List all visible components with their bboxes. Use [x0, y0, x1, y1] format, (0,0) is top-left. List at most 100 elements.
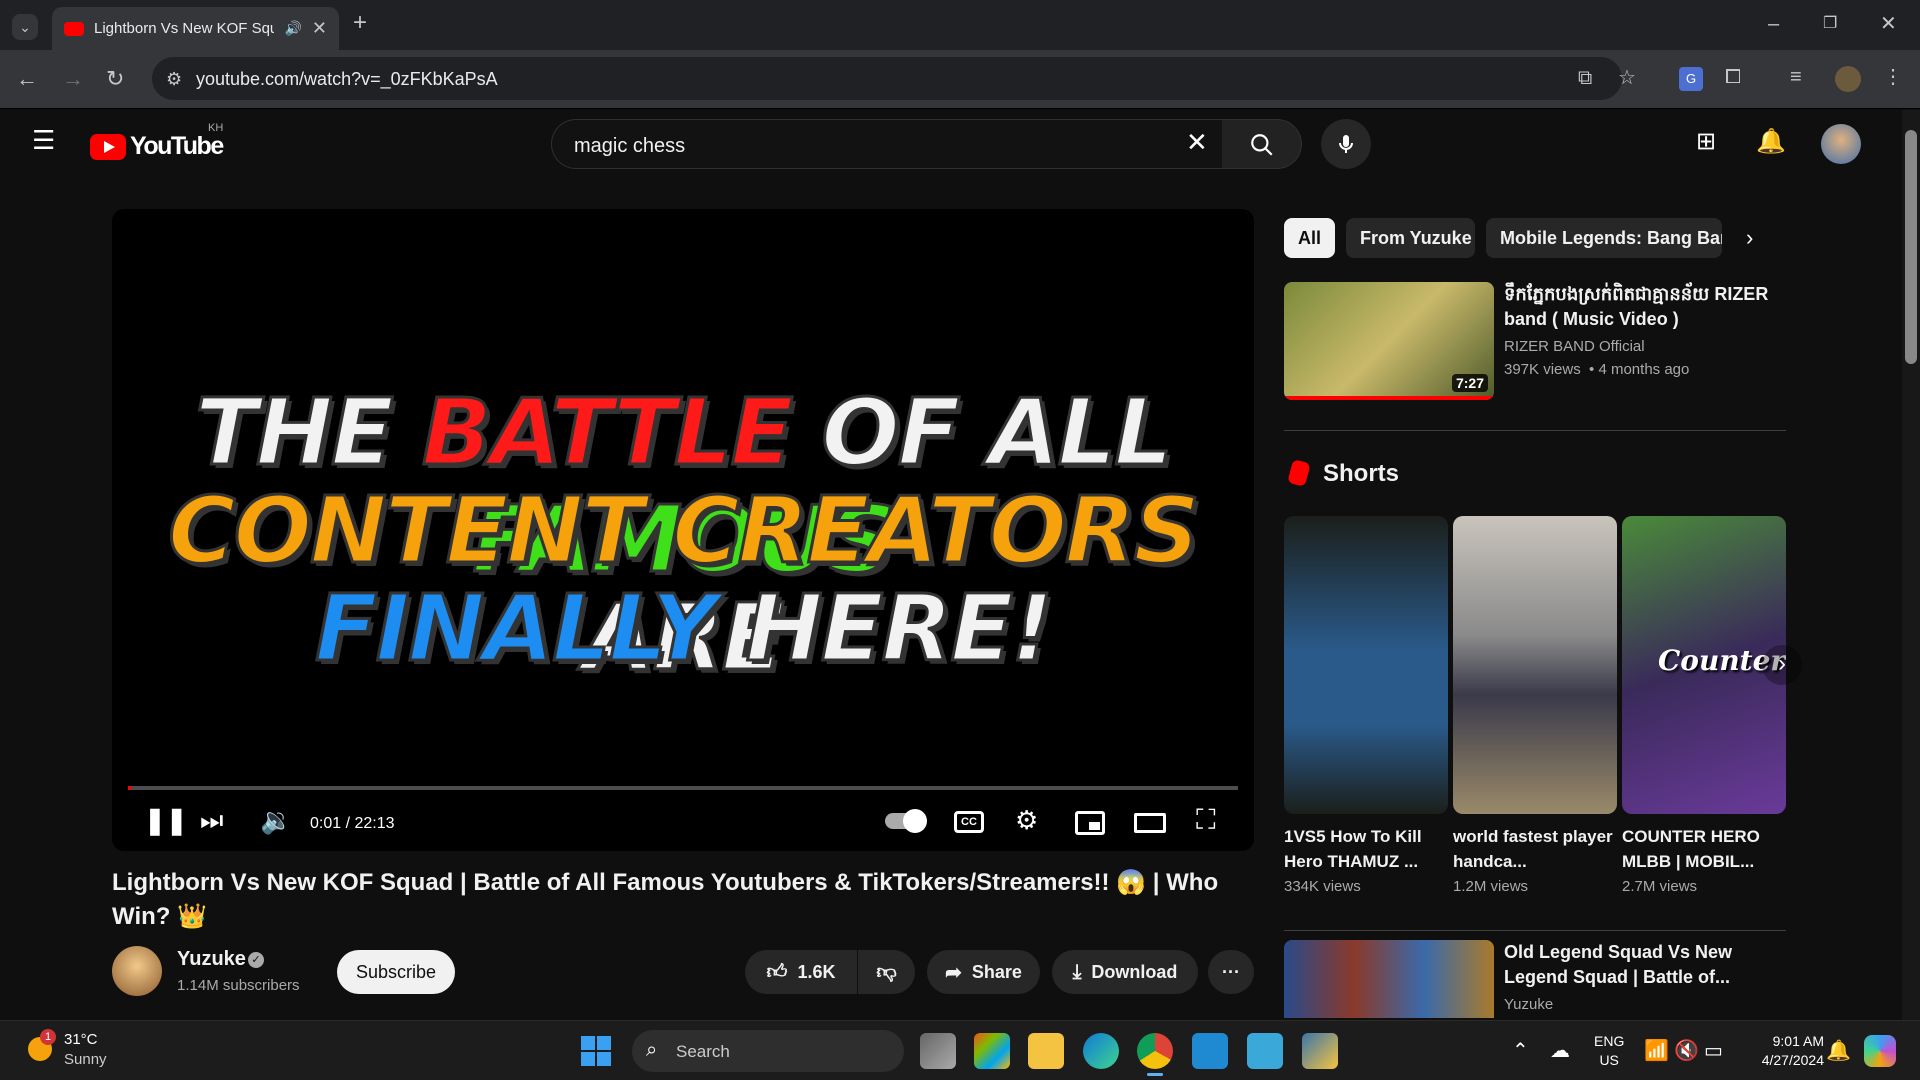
short-views-1: 334K views	[1284, 878, 1361, 895]
microsoft-store-icon[interactable]	[974, 1033, 1010, 1069]
rec-channel-2: Yuzuke	[1504, 996, 1554, 1013]
progress-fill	[128, 786, 132, 790]
back-icon[interactable]: ←	[16, 68, 38, 90]
forward-icon[interactable]: →	[62, 68, 84, 90]
wifi-icon[interactable]: 📶	[1644, 1041, 1669, 1061]
reload-icon[interactable]: ↻	[106, 68, 124, 90]
search-input[interactable]: magic chess	[574, 135, 685, 158]
notifications-bell-icon[interactable]: 🔔	[1756, 130, 1786, 154]
chip-all[interactable]: All	[1284, 218, 1335, 258]
account-avatar[interactable]	[1821, 124, 1861, 164]
youtube-play-logo-icon	[90, 133, 126, 160]
voice-search-button[interactable]	[1321, 119, 1371, 169]
youtube-logo[interactable]: YouTube KH	[90, 122, 224, 161]
python-app-icon[interactable]	[1302, 1033, 1338, 1069]
translate-icon[interactable]: G	[1679, 67, 1703, 91]
short-title-2[interactable]: world fastest player handca...	[1453, 824, 1617, 874]
thumbnail-text-segment: FINALLY	[313, 574, 746, 684]
rec-title-2: Old Legend Squad Vs New Legend Squad | B…	[1504, 942, 1733, 987]
vscode-icon[interactable]	[1192, 1033, 1228, 1069]
address-bar[interactable]: ⚙ youtube.com/watch?v=_0zFKbKaPsA ⧉ ☆	[152, 57, 1636, 100]
like-count: 1.6K	[797, 961, 836, 982]
search-button[interactable]	[1222, 119, 1302, 169]
create-video-icon[interactable]: ⊞	[1696, 130, 1716, 154]
hamburger-menu-icon[interactable]: ☰	[32, 127, 55, 153]
short-views-2: 1.2M views	[1453, 878, 1529, 895]
window-close-icon[interactable]: ✕	[1880, 14, 1897, 34]
clock[interactable]: 9:01 AM 4/27/2024	[1744, 1032, 1824, 1070]
progress-bar[interactable]	[128, 786, 1238, 790]
scrollbar-thumb[interactable]	[1905, 130, 1917, 364]
divider	[1284, 430, 1786, 431]
start-windows-icon[interactable]	[581, 1036, 611, 1066]
chip-mobile-legends[interactable]: Mobile Legends: Bang Bang	[1486, 218, 1722, 258]
rec-video-2[interactable]: Old Legend Squad Vs New Legend Squad | B…	[1284, 940, 1786, 1018]
page-scrollbar[interactable]	[1902, 110, 1920, 1020]
muted-speaker-icon[interactable]: 🔇	[1674, 1041, 1699, 1061]
rec-thumbnail-2	[1284, 940, 1494, 1018]
short-thumbnail-2[interactable]	[1453, 516, 1617, 814]
subscribe-button[interactable]: Subscribe	[337, 950, 455, 994]
speaker-icon[interactable]: 🔊	[284, 20, 301, 37]
pause-icon[interactable]: ❚❚	[144, 805, 188, 835]
settings-gear-icon[interactable]: ⚙	[1015, 805, 1038, 835]
extensions-icon[interactable]: ⧠	[1725, 67, 1741, 87]
shorts-next-icon[interactable]: ›	[1762, 645, 1802, 685]
microphone-icon	[1339, 135, 1353, 153]
open-in-app-icon[interactable]: ⧉	[1578, 68, 1592, 88]
short-thumbnail-1[interactable]	[1284, 516, 1448, 814]
chrome-icon[interactable]	[1137, 1033, 1173, 1069]
fullscreen-icon[interactable]: ⛶	[1196, 805, 1216, 835]
show-hidden-icons-icon[interactable]: ⌃	[1512, 1041, 1529, 1061]
short-title-3[interactable]: COUNTER HERO MLBB | MOBIL...	[1622, 824, 1786, 874]
autoplay-toggle[interactable]	[885, 809, 927, 833]
notepad-icon[interactable]	[1247, 1033, 1283, 1069]
chips-next-icon[interactable]: ›	[1746, 227, 1753, 249]
share-button[interactable]: ➦ Share	[927, 950, 1040, 994]
tab-close-icon[interactable]: ✕	[312, 18, 327, 39]
onedrive-cloud-icon[interactable]: ☁	[1550, 1041, 1570, 1061]
weather-temp: 31°C	[64, 1031, 98, 1048]
channel-avatar[interactable]	[112, 946, 162, 996]
thumbnail-text-segment: HERE!	[744, 574, 1054, 684]
thumbs-up-icon: 👍︎	[766, 961, 788, 983]
taskbar-search[interactable]: ⌕ Search	[632, 1030, 904, 1072]
language-indicator[interactable]: ENG US	[1594, 1032, 1624, 1070]
clock-time: 9:01 AM	[1772, 1033, 1824, 1049]
miniplayer-icon[interactable]	[1075, 811, 1105, 835]
next-video-icon[interactable]: ⏭	[200, 805, 223, 835]
file-explorer-icon[interactable]	[1028, 1033, 1064, 1069]
clear-search-icon[interactable]: ✕	[1186, 129, 1208, 155]
browser-menu-icon[interactable]: ⋮	[1883, 67, 1903, 87]
search-box[interactable]: magic chess ✕	[551, 119, 1223, 169]
bookmark-star-icon[interactable]: ☆	[1618, 68, 1636, 88]
browser-tab-active[interactable]: Lightborn Vs New KOF Squad 🔊 ✕	[52, 7, 339, 50]
battery-icon[interactable]: ▭	[1704, 1041, 1723, 1061]
new-tab-icon[interactable]: +	[353, 11, 367, 35]
notification-bell-icon[interactable]: 🔔	[1826, 1041, 1851, 1061]
video-player[interactable]: THE BATTLE OF ALL FAMOUS CONTENT CREATOR…	[112, 209, 1254, 851]
like-button[interactable]: 👍︎ 1.6K	[745, 950, 857, 994]
site-info-icon[interactable]: ⚙	[166, 69, 182, 89]
profile-avatar-icon[interactable]	[1835, 66, 1861, 92]
weather-widget[interactable]: 1 31°C Sunny	[26, 1029, 166, 1073]
download-button[interactable]: ⤓ Download	[1052, 950, 1198, 994]
tab-search-icon[interactable]: ⌄	[12, 14, 38, 40]
dislike-button[interactable]: 👎︎	[858, 950, 915, 994]
minimize-icon[interactable]: –	[1768, 14, 1779, 34]
volume-icon[interactable]: 🔉	[260, 805, 292, 835]
channel-name[interactable]: Yuzuke	[177, 948, 246, 971]
media-control-icon[interactable]: ≡	[1790, 67, 1802, 87]
copilot-icon[interactable]	[1864, 1035, 1896, 1067]
restore-icon[interactable]: ❐	[1823, 14, 1837, 34]
captions-icon[interactable]: CC	[954, 811, 984, 833]
short-title-1[interactable]: 1VS5 How To Kill Hero THAMUZ ...	[1284, 824, 1448, 874]
weather-badge: 1	[40, 1029, 56, 1045]
theater-mode-icon[interactable]	[1134, 813, 1166, 833]
task-view-icon[interactable]	[920, 1033, 956, 1069]
more-actions-button[interactable]: ···	[1208, 950, 1254, 994]
chip-from-yuzuke[interactable]: From Yuzuke	[1346, 218, 1475, 258]
rec-video-1[interactable]: 7:27 ទឹកភ្នែកបងស្រក់ពិតជាគ្មានន័យ RIZER …	[1284, 282, 1786, 402]
edge-icon[interactable]	[1083, 1033, 1119, 1069]
url-text[interactable]: youtube.com/watch?v=_0zFKbKaPsA	[196, 69, 498, 90]
